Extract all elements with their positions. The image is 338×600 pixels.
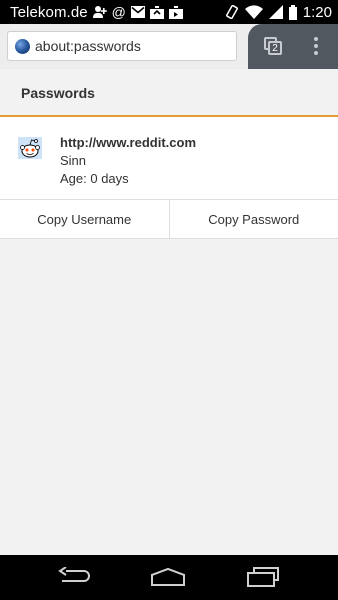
status-bar-right: 1:20 [225,4,332,21]
reddit-alien-icon [18,137,42,159]
tab-count: 2 [268,41,282,55]
photo-upload-icon [149,5,164,19]
menu-dot [314,44,318,48]
copy-password-button[interactable]: Copy Password [168,200,338,238]
globe-icon [15,38,30,54]
back-icon[interactable] [58,566,92,592]
status-bar-left: Telekom.de @ [10,4,183,21]
overflow-menu-button[interactable] [312,37,320,55]
battery-icon [288,4,297,20]
password-entry[interactable]: http://www.reddit.com Sinn Age: 0 days [0,117,338,199]
home-icon[interactable] [150,567,186,592]
clock: 1:20 [302,3,332,21]
page-header: Passwords [0,69,338,117]
vibrate-icon [225,5,239,19]
tabs-button[interactable]: 2 [264,37,282,55]
url-bar[interactable]: about:passwords [7,31,237,61]
copy-username-button[interactable]: Copy Username [0,200,169,238]
navigation-bar [0,555,338,600]
recents-icon[interactable] [246,567,280,592]
add-person-icon [92,5,107,19]
browser-toolbar: about:passwords [0,24,338,69]
tabs-area [248,24,338,69]
photo-upload-icon [168,5,183,19]
status-bar: Telekom.de @ 1:20 [0,0,338,24]
entry-actions: Copy Username Copy Password [0,199,338,239]
carrier-name: Telekom.de [10,3,88,21]
at-icon: @ [111,4,126,20]
page-title: Passwords [21,85,95,101]
signal-icon [268,5,283,19]
entry-username: Sinn [60,153,87,168]
mail-icon [130,5,145,19]
entry-age: Age: 0 days [60,171,129,186]
menu-dot [314,37,318,41]
wifi-icon [244,5,263,19]
menu-dot [314,51,318,55]
url-text[interactable]: about:passwords [35,38,141,54]
entry-site-url: http://www.reddit.com [60,135,197,150]
